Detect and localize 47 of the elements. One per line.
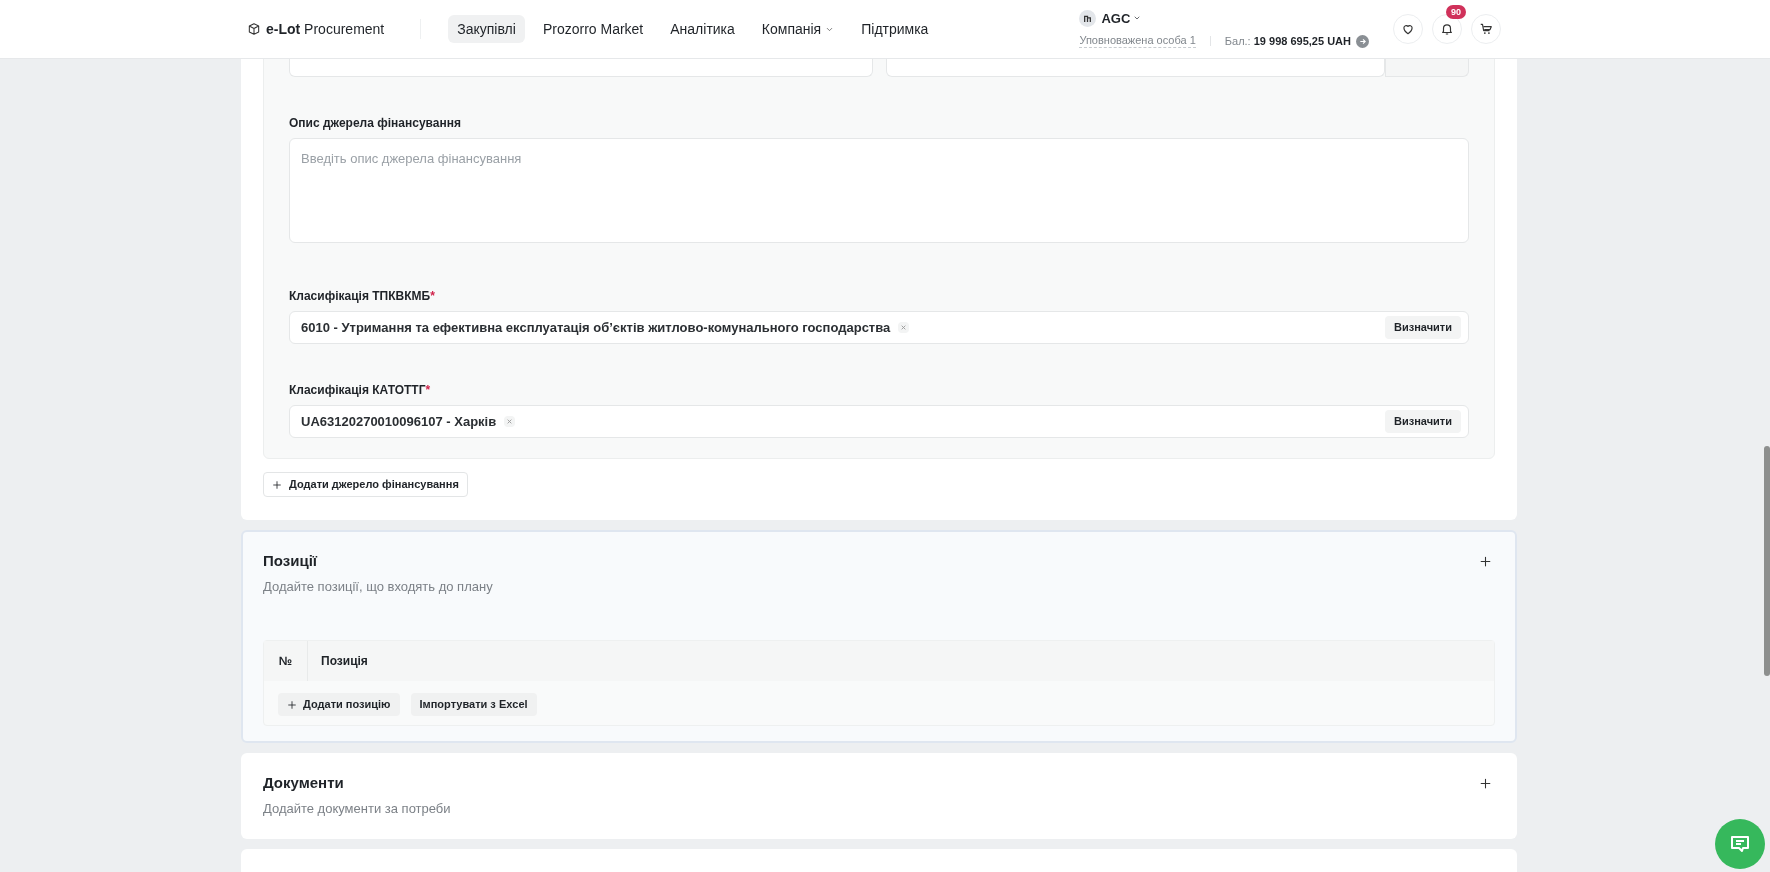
role-link[interactable]: Уповноважена особа 1 <box>1079 34 1196 49</box>
field-label: Класифікація КАТОТТГ* <box>289 382 432 398</box>
chat-button[interactable] <box>1715 819 1765 869</box>
section-subtitle: Додайте документи за потреби <box>263 801 451 817</box>
plus-icon <box>1478 776 1492 790</box>
add-funding-source-button[interactable]: Додати джерело фінансування <box>263 472 468 497</box>
description-field[interactable]: Введіть опис джерела фінансування <box>289 138 1469 243</box>
classification-field[interactable]: UA63120270010096107 - Харків Визначити <box>289 405 1469 438</box>
favorites-button[interactable] <box>1392 14 1423 44</box>
section-title: Позиції <box>263 551 319 571</box>
section-subtitle: Додайте позиції, що входять до плану <box>263 579 493 595</box>
notification-count: 90 <box>1445 5 1466 19</box>
plus-icon <box>272 479 282 490</box>
classification-value: 6010 - Утримання та ефективна експлуатація об’єктів житлово-комунального господарства <box>301 318 891 337</box>
column-header: Позиція <box>320 653 369 670</box>
building-icon <box>1079 9 1097 27</box>
nav-tab[interactable]: Prozorro Market <box>533 15 653 43</box>
add-position-button[interactable]: Додати позицію <box>278 693 400 716</box>
balance-text: Бал.: 19 998 695,25 UAH <box>1224 34 1351 49</box>
classification-value: UA63120270010096107 - Харків <box>301 412 497 431</box>
define-button[interactable]: Визначити <box>1385 316 1461 339</box>
nav-tab[interactable]: Компанія <box>752 15 844 43</box>
classification-field[interactable]: 6010 - Утримання та ефективна експлуатація об’єктів житлово-комунального господарства Визначити <box>289 311 1469 344</box>
scrollbar-thumb[interactable] <box>1764 446 1770 676</box>
close-icon <box>504 416 516 427</box>
amount-field[interactable] <box>886 59 1385 77</box>
nav-tab[interactable]: Закупівлі <box>448 15 525 43</box>
import-excel-button[interactable]: Імпортувати з Excel <box>410 693 537 716</box>
cart-button[interactable] <box>1470 14 1501 44</box>
field-label: Опис джерела фінансування <box>289 115 462 131</box>
nav-tab[interactable]: Аналітика <box>661 15 744 43</box>
column-header: № <box>264 641 308 681</box>
nav-tab[interactable]: Підтримка <box>852 15 938 43</box>
plus-icon <box>287 699 297 710</box>
section-title: Документи <box>263 773 345 793</box>
bell-icon <box>1439 22 1454 36</box>
define-button[interactable]: Визначити <box>1385 410 1461 433</box>
box-icon <box>247 22 261 36</box>
close-icon <box>898 322 910 333</box>
account-menu[interactable]: AGC <box>1101 8 1142 28</box>
heart-icon <box>1400 22 1415 36</box>
logo[interactable]: e-Lot Procurement <box>247 18 385 40</box>
notifications-button[interactable] <box>1431 14 1462 44</box>
field-label: Класифікація ТПКВКМБ* <box>289 288 436 304</box>
plus-icon <box>1478 554 1492 568</box>
arrow-circle-icon <box>1355 34 1369 48</box>
cart-icon <box>1478 22 1493 36</box>
